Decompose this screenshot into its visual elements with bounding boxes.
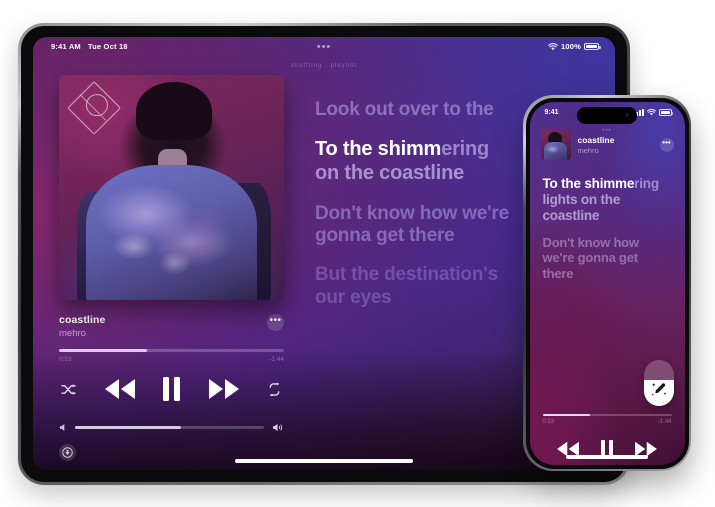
- status-date: Tue Oct 18: [87, 42, 128, 51]
- phone-lyric-next-line2: we're gonna get: [542, 250, 639, 266]
- phone-lyric-current-line2: lights on the: [542, 192, 621, 208]
- phone-lyric-highlight: To the shimme: [542, 176, 635, 191]
- lyric-rest: ering: [441, 138, 490, 161]
- phone-more-options-button[interactable]: •••: [659, 138, 674, 152]
- volume-row[interactable]: [59, 423, 284, 432]
- tablet-grabber[interactable]: •••: [317, 42, 332, 53]
- playback-controls: [59, 377, 284, 401]
- battery-icon: [584, 43, 601, 50]
- speaker-high-icon: [272, 423, 284, 432]
- phone-status-time: 9:41: [544, 108, 559, 116]
- dynamic-island: [577, 106, 637, 124]
- phone-album-artwork[interactable]: [540, 130, 571, 160]
- speaker-low-icon: [59, 423, 67, 432]
- phone-remaining-time: -1:44: [657, 419, 672, 425]
- tablet-player-panel: coastline mehro ••• 0:53 -1:44: [59, 75, 284, 461]
- phone-elapsed-time: 0:53: [542, 419, 555, 425]
- playback-progress[interactable]: 0:53 -1:44: [59, 349, 284, 363]
- battery-icon: [658, 109, 673, 116]
- phone-progress-slider[interactable]: [542, 413, 672, 416]
- phone-lyric-current-line3: coastline: [542, 208, 600, 224]
- album-artwork[interactable]: [59, 75, 284, 300]
- track-info-row: coastline mehro •••: [59, 314, 284, 339]
- tablet-home-indicator[interactable]: [235, 459, 413, 463]
- phone-lyric-line-current[interactable]: To the shimmering lights on the coastlin…: [543, 176, 673, 225]
- phone-playback-progress[interactable]: 0:53 -1:44: [542, 413, 672, 425]
- scene: 9:41 AM Tue Oct 18 100% ••• shuffling · …: [0, 0, 715, 507]
- battery-percent-label: 100%: [561, 42, 581, 51]
- phone-track-artist: mehro: [577, 146, 599, 155]
- phone-lyric-line-next[interactable]: Don't know how we're gonna get there: [543, 235, 644, 282]
- fast-forward-icon[interactable]: [207, 378, 241, 400]
- wifi-icon: [548, 42, 558, 51]
- track-title: coastline: [59, 314, 106, 326]
- track-artist: mehro: [59, 328, 86, 339]
- microphone-sparkle-icon: [650, 381, 668, 399]
- progress-slider[interactable]: [59, 349, 284, 352]
- more-options-button[interactable]: •••: [267, 314, 284, 331]
- artwork-hair-top-shape: [135, 81, 212, 141]
- album-logo-icon: [66, 80, 121, 135]
- lyric-highlight: To the shimm: [315, 138, 442, 161]
- phone-home-indicator[interactable]: [566, 455, 648, 459]
- sing-button[interactable]: [643, 359, 674, 406]
- phone-lyric-next-line3: there: [542, 265, 574, 281]
- rewind-icon[interactable]: [103, 378, 137, 400]
- phone-track-title: coastline: [577, 135, 615, 145]
- tablet-top-meta: shuffling · playlist: [291, 63, 357, 69]
- remaining-time: -1:44: [269, 356, 284, 363]
- pause-icon[interactable]: [163, 377, 180, 401]
- phone-lyric-rest: ring: [634, 176, 659, 191]
- volume-slider[interactable]: [75, 426, 264, 429]
- elapsed-time: 0:53: [59, 356, 72, 363]
- phone-lyric-next-line1: Don't know how: [542, 234, 640, 250]
- shuffle-icon[interactable]: [61, 383, 76, 396]
- lyric-upcoming-line2: our eyes: [315, 286, 392, 308]
- status-time: 9:41 AM: [51, 42, 81, 51]
- phone-artwork-shirt-shape: [544, 142, 567, 160]
- artwork-shirt-shape: [86, 165, 257, 300]
- phone-lyrics-panel[interactable]: To the shimmering lights on the coastlin…: [530, 160, 685, 281]
- wifi-icon: [646, 108, 656, 116]
- repeat-icon[interactable]: [267, 382, 282, 396]
- airplay-audio-icon[interactable]: [59, 444, 76, 461]
